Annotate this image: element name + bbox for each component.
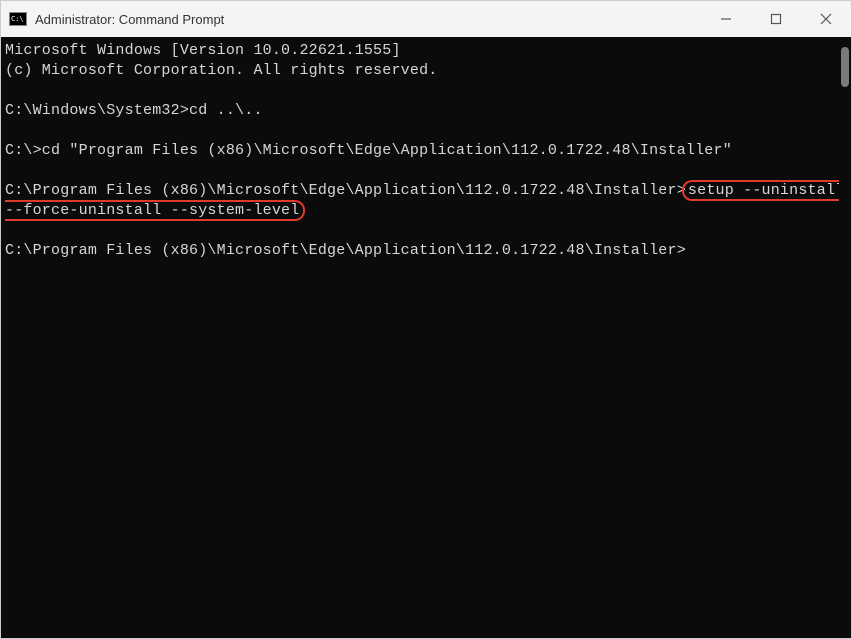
terminal-line	[5, 81, 845, 101]
terminal-line: C:\Windows\System32>cd ..\..	[5, 101, 845, 121]
command-prompt-window: C:\ Administrator: Command Prompt Micros…	[0, 0, 852, 639]
window-controls	[701, 1, 851, 37]
svg-text:C:\: C:\	[11, 15, 24, 23]
terminal-line: C:\Program Files (x86)\Microsoft\Edge\Ap…	[5, 241, 845, 261]
scrollbar-thumb[interactable]	[841, 47, 849, 87]
window-title: Administrator: Command Prompt	[35, 12, 224, 27]
terminal-line	[5, 221, 845, 241]
terminal-line: (c) Microsoft Corporation. All rights re…	[5, 61, 845, 81]
terminal-line	[5, 121, 845, 141]
terminal-line: C:\Program Files (x86)\Microsoft\Edge\Ap…	[5, 181, 845, 221]
titlebar[interactable]: C:\ Administrator: Command Prompt	[1, 1, 851, 37]
maximize-button[interactable]	[751, 1, 801, 37]
terminal-line: Microsoft Windows [Version 10.0.22621.15…	[5, 41, 845, 61]
minimize-button[interactable]	[701, 1, 751, 37]
terminal-output[interactable]: Microsoft Windows [Version 10.0.22621.15…	[1, 37, 851, 265]
scrollbar-track[interactable]	[839, 37, 851, 638]
terminal-line	[5, 161, 845, 181]
terminal-line: C:\>cd "Program Files (x86)\Microsoft\Ed…	[5, 141, 845, 161]
cmd-icon: C:\	[9, 11, 27, 27]
close-button[interactable]	[801, 1, 851, 37]
terminal-area[interactable]: Microsoft Windows [Version 10.0.22621.15…	[1, 37, 851, 638]
